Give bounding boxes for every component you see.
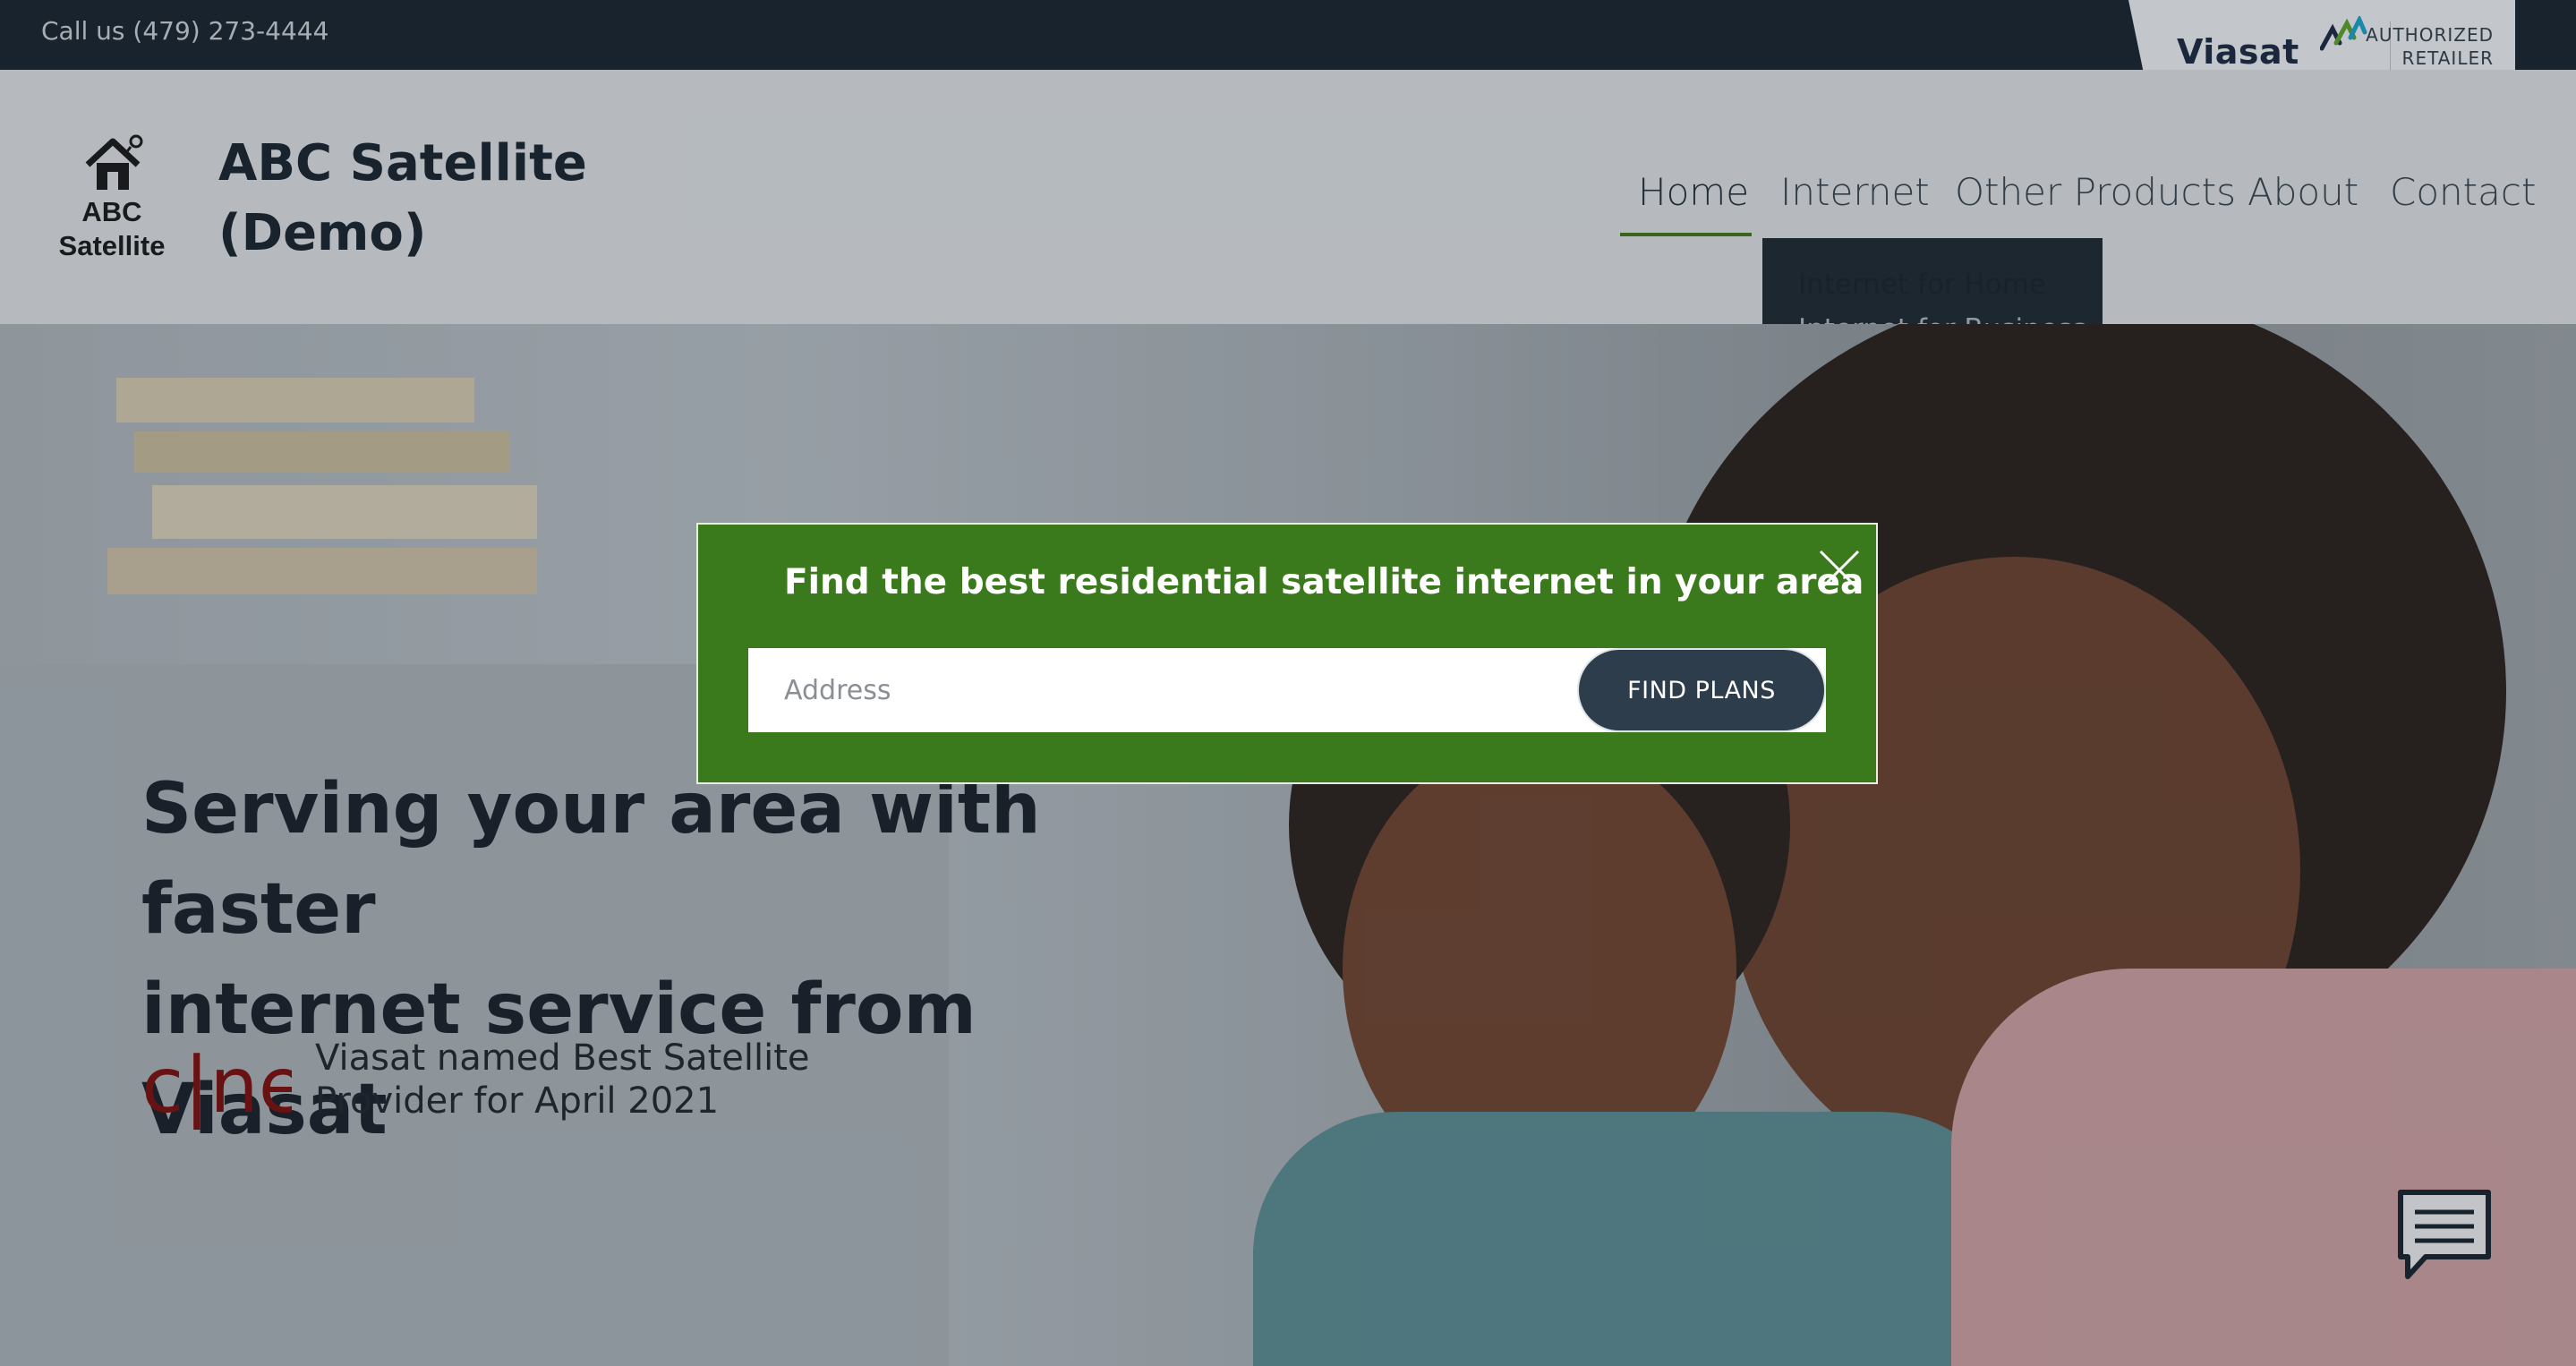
address-input[interactable] [748,648,1572,732]
modal-title: Find the best residential satellite inte… [784,562,1864,602]
close-icon[interactable] [1817,548,1862,593]
address-search-form: FIND PLANS [748,648,1826,732]
find-plans-modal: Find the best residential satellite inte… [696,523,1878,784]
find-plans-button[interactable]: FIND PLANS [1577,648,1826,732]
